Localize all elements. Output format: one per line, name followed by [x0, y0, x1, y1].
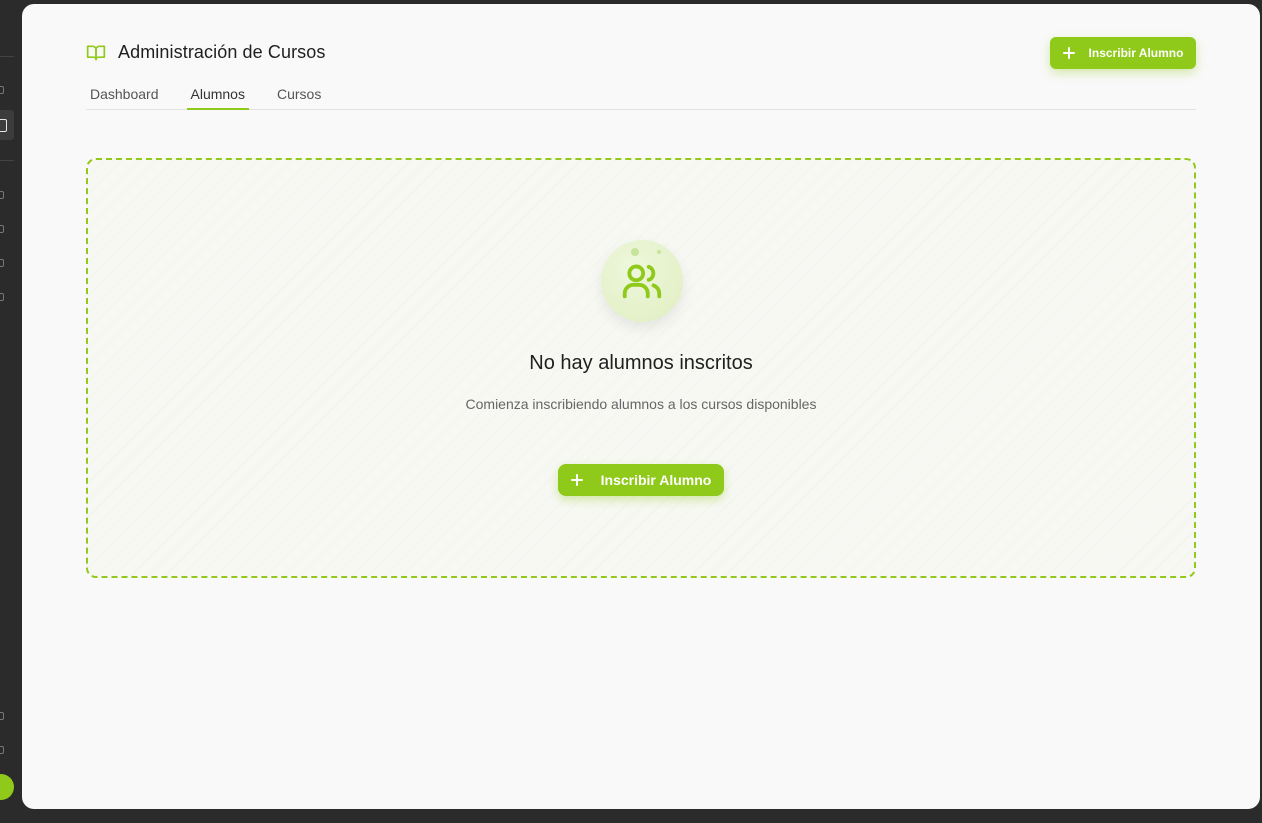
decorative-dot	[657, 250, 661, 254]
courses-rail-icon[interactable]	[0, 110, 14, 140]
dollar-rail-icon[interactable]	[0, 225, 4, 233]
tab-bar: Dashboard Alumnos Cursos	[86, 80, 1196, 110]
empty-state-icon-circle	[601, 240, 683, 322]
chart-rail-icon[interactable]	[0, 293, 4, 301]
left-rail	[0, 0, 22, 823]
plus-icon	[570, 474, 583, 486]
main-window: Administración de Cursos Inscribir Alumn…	[22, 4, 1260, 809]
book-open-icon	[86, 43, 106, 63]
users-rail-icon[interactable]	[0, 86, 4, 94]
page-header: Administración de Cursos	[86, 42, 325, 63]
bottom-bar	[0, 809, 1262, 823]
rail-divider	[0, 160, 14, 161]
empty-state-panel: No hay alumnos inscritos Comienza inscri…	[86, 158, 1196, 578]
decorative-dot	[631, 248, 639, 256]
tab-cursos[interactable]: Cursos	[273, 80, 325, 110]
user-rail-icon[interactable]	[0, 746, 4, 754]
empty-state-title: No hay alumnos inscritos	[529, 352, 753, 374]
document-rail-icon[interactable]	[0, 712, 4, 720]
page-title: Administración de Cursos	[118, 42, 326, 62]
tab-alumnos[interactable]: Alumnos	[186, 80, 249, 110]
plus-icon	[1062, 47, 1075, 59]
list-rail-icon[interactable]	[0, 191, 4, 199]
enroll-student-button[interactable]: Inscribir Alumno	[1050, 37, 1196, 69]
enroll-student-empty-button-label: Inscribir Alumno	[600, 472, 712, 488]
enroll-student-empty-button[interactable]: Inscribir Alumno	[558, 464, 724, 496]
box-rail-icon[interactable]	[0, 259, 4, 267]
enroll-student-button-label: Inscribir Alumno	[1088, 46, 1184, 60]
empty-state-subtitle: Comienza inscribiendo alumnos a los curs…	[465, 396, 817, 412]
users-icon	[622, 264, 662, 299]
tab-dashboard[interactable]: Dashboard	[86, 80, 163, 110]
avatar[interactable]	[0, 774, 14, 800]
rail-divider	[0, 56, 14, 57]
